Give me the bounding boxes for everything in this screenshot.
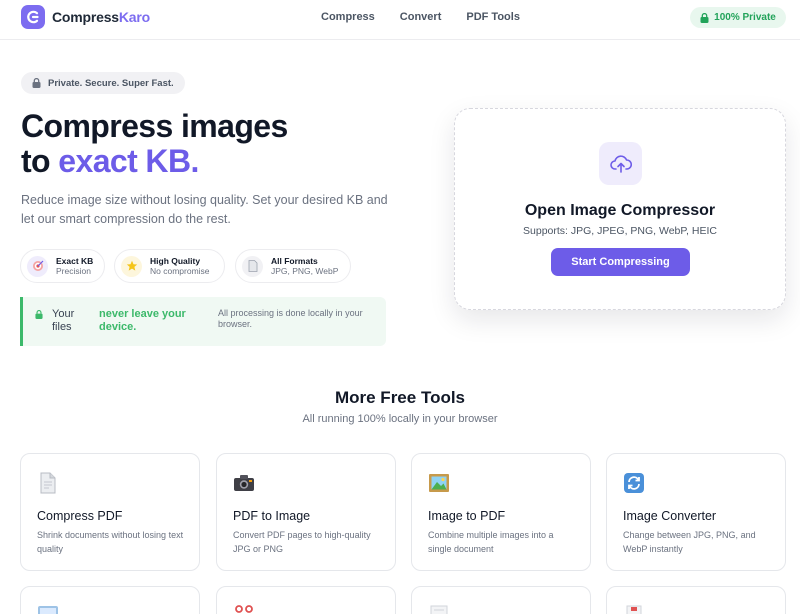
- brand-name: CompressKaro: [52, 9, 150, 25]
- tool-title: Image to PDF: [428, 509, 506, 523]
- brand-name-part1: Compress: [52, 9, 119, 25]
- hero-title: Compress images to exact KB.: [21, 109, 288, 179]
- lock-icon: [35, 310, 43, 319]
- document-icon: [40, 472, 56, 494]
- nav-convert[interactable]: Convert: [400, 11, 442, 23]
- feature-subtitle: JPG, PNG, WebP: [271, 265, 339, 276]
- tool-card-compress-pdf[interactable]: Compress PDF Shrink documents without lo…: [20, 453, 200, 571]
- tool-title: Compress PDF: [37, 509, 123, 523]
- upload-dropzone[interactable]: Open Image Compressor Supports: JPG, JPE…: [454, 108, 786, 310]
- main-nav: Compress Convert PDF Tools: [321, 11, 545, 23]
- tool-card-pdf-to-image[interactable]: PDF to Image Convert PDF pages to high-q…: [216, 453, 396, 571]
- nav-compress[interactable]: Compress: [321, 11, 375, 23]
- compress-logo-icon: [21, 5, 45, 29]
- feature-subtitle: No compromise: [150, 265, 210, 276]
- camera-icon: [234, 475, 254, 491]
- brand-name-part2: Karo: [118, 9, 150, 25]
- notice-text-part1: Your files: [52, 308, 75, 333]
- lock-icon: [32, 78, 41, 88]
- more-tools-subtitle: All running 100% locally in your browser: [302, 413, 498, 425]
- hero-description: Reduce image size without losing quality…: [21, 193, 388, 226]
- upload-cloud-icon: [599, 142, 642, 185]
- tool-card[interactable]: [606, 586, 786, 614]
- scissors-icon: [235, 605, 253, 613]
- privacy-notice: Your files never leave your device. All …: [20, 297, 386, 346]
- feature-title: All Formats: [271, 255, 318, 266]
- start-compressing-button[interactable]: Start Compressing: [551, 248, 690, 276]
- tool-card-image-to-pdf[interactable]: Image to PDF Combine multiple images int…: [411, 453, 591, 571]
- image-icon: [38, 606, 58, 614]
- upload-supported-formats: Supports: JPG, JPEG, PNG, WebP, HEIC: [523, 225, 717, 237]
- tool-card[interactable]: [216, 586, 396, 614]
- lock-icon: [700, 12, 709, 23]
- document-icon: [626, 605, 642, 614]
- tool-description: Combine multiple images into a single do…: [428, 530, 554, 554]
- target-icon: [27, 255, 48, 277]
- feature-title: High Quality: [150, 255, 201, 266]
- tool-card[interactable]: [411, 586, 591, 614]
- hero-title-line2: to exact KB.: [21, 144, 288, 179]
- brand-logo[interactable]: CompressKaro: [21, 5, 150, 29]
- top-navbar: CompressKaro Compress Convert PDF Tools …: [0, 0, 800, 40]
- feature-subtitle: Precision: [56, 265, 91, 276]
- document-icon: [430, 605, 448, 614]
- tool-description: Convert PDF pages to high-quality JPG or…: [233, 530, 371, 554]
- feature-high-quality: High Quality No compromise: [114, 249, 225, 283]
- private-badge-label: 100% Private: [714, 12, 776, 23]
- hero-title-accent: exact KB.: [58, 143, 199, 179]
- feature-title: Exact KB: [56, 255, 94, 266]
- notice-text-highlight: never leave your device.: [99, 308, 186, 333]
- tool-card[interactable]: [20, 586, 200, 614]
- file-icon: [242, 255, 263, 277]
- refresh-icon: [624, 473, 644, 493]
- feature-all-formats: All Formats JPG, PNG, WebP: [235, 249, 351, 283]
- hero-title-prefix: to: [21, 143, 59, 179]
- tool-description: Change between JPG, PNG, and WebP instan…: [623, 530, 756, 554]
- more-tools-title: More Free Tools: [334, 388, 466, 407]
- notice-text-detail: All processing is done locally in your b…: [218, 308, 363, 329]
- picture-icon: [429, 474, 449, 492]
- tool-description: Shrink documents without losing text qua…: [37, 530, 184, 554]
- tool-title: PDF to Image: [233, 509, 311, 523]
- upload-title: Open Image Compressor: [524, 202, 716, 219]
- private-badge: 100% Private: [690, 7, 786, 28]
- nav-pdf-tools[interactable]: PDF Tools: [466, 11, 520, 23]
- privacy-pill: Private. Secure. Super Fast.: [21, 72, 185, 94]
- hero-title-line1: Compress images: [21, 108, 288, 144]
- star-icon: [121, 255, 142, 277]
- privacy-pill-label: Private. Secure. Super Fast.: [48, 77, 174, 89]
- tool-card-image-converter[interactable]: Image Converter Change between JPG, PNG,…: [606, 453, 786, 571]
- feature-exact-kb: Exact KB Precision: [20, 249, 105, 283]
- tool-title: Image Converter: [623, 509, 717, 523]
